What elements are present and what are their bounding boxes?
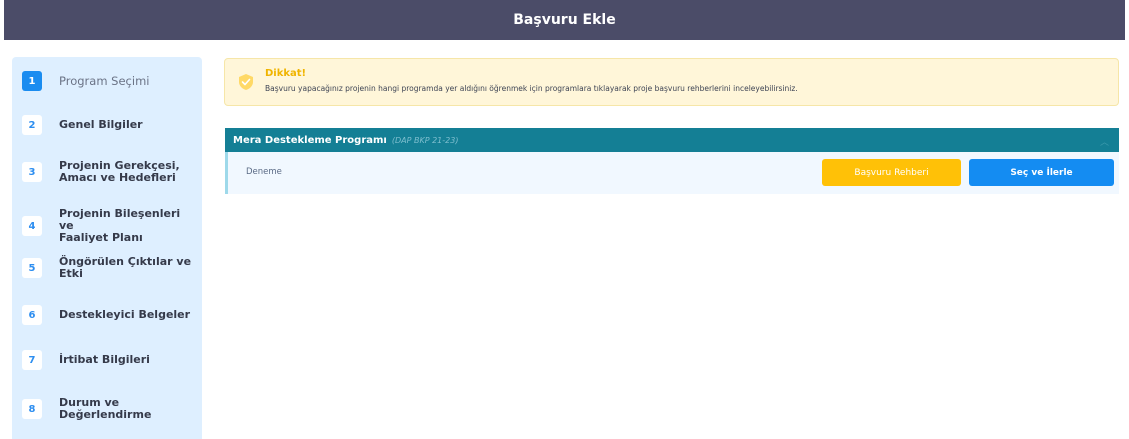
page-title: Başvuru Ekle <box>513 12 616 28</box>
step-general-info[interactable]: 2 Genel Bilgiler <box>22 115 197 135</box>
step-number: 2 <box>22 115 42 135</box>
step-number: 6 <box>22 305 42 325</box>
step-status-evaluation[interactable]: 8 Durum ve Değerlendirme <box>22 397 197 421</box>
chevron-up-icon[interactable]: ︿ <box>1100 135 1109 148</box>
program-name: Mera Destekleme Programı <box>233 134 387 146</box>
program-header[interactable]: Mera Destekleme Programı (DAP BKP 21-23)… <box>225 128 1119 152</box>
step-label: Durum ve Değerlendirme <box>59 396 152 421</box>
alert-message: Başvuru yapacağınız projenin hangi progr… <box>265 84 798 93</box>
application-guide-button[interactable]: Başvuru Rehberi <box>822 159 961 186</box>
step-supporting-documents[interactable]: 6 Destekleyici Belgeler <box>22 305 197 325</box>
step-project-components[interactable]: 4 Projenin Bileşenleri ve Faaliyet Planı <box>22 208 197 244</box>
step-number: 3 <box>22 162 42 182</box>
step-label: Projenin Gerekçesi, Amacı ve Hedefleri <box>59 159 180 184</box>
step-number: 5 <box>22 258 42 278</box>
select-and-proceed-button[interactable]: Seç ve İlerle <box>969 159 1114 186</box>
step-label: Öngörülen Çıktılar ve Etki <box>59 255 192 280</box>
program-code: (DAP BKP 21-23) <box>391 135 459 145</box>
step-program-selection[interactable]: 1 Program Seçimi <box>22 71 197 91</box>
step-project-rationale[interactable]: 3 Projenin Gerekçesi, Amacı ve Hedefleri <box>22 160 197 184</box>
program-item-name: Deneme <box>246 167 282 177</box>
step-number: 4 <box>22 216 42 236</box>
step-label: Program Seçimi <box>59 74 150 88</box>
step-number: 7 <box>22 350 42 370</box>
step-label: Destekleyici Belgeler <box>59 308 191 321</box>
step-number: 1 <box>22 71 42 91</box>
alert-title: Dikkat! <box>265 68 307 79</box>
step-expected-outputs[interactable]: 5 Öngörülen Çıktılar ve Etki <box>22 256 197 280</box>
step-label: Projenin Bileşenleri ve Faaliyet Planı <box>59 207 181 244</box>
step-label: İrtibat Bilgileri <box>59 353 150 366</box>
program-list-item: Deneme Başvuru Rehberi Seç ve İlerle <box>225 152 1119 194</box>
page-header: Başvuru Ekle <box>4 0 1125 40</box>
program-card: Mera Destekleme Programı (DAP BKP 21-23)… <box>225 128 1119 194</box>
warning-alert: Dikkat! Başvuru yapacağınız projenin han… <box>224 58 1119 106</box>
step-label: Genel Bilgiler <box>59 118 143 131</box>
wizard-steps-sidebar: 1 Program Seçimi 2 Genel Bilgiler 3 Proj… <box>12 57 202 439</box>
step-number: 8 <box>22 399 42 419</box>
shield-check-icon <box>239 74 253 90</box>
step-contact-info[interactable]: 7 İrtibat Bilgileri <box>22 350 197 370</box>
